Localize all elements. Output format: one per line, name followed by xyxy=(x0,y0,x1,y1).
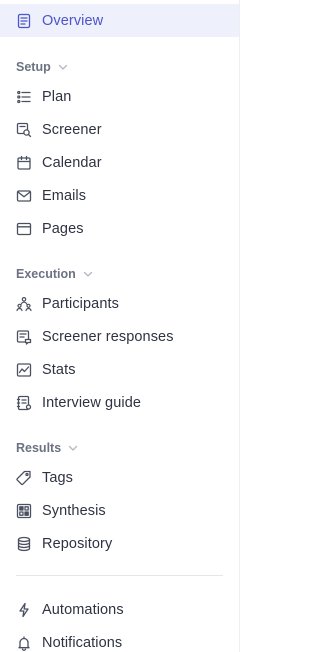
sidebar-item-label: Tags xyxy=(42,469,74,486)
calendar-icon xyxy=(16,155,32,171)
browser-window-icon xyxy=(16,221,32,237)
sidebar-item-tags[interactable]: Tags xyxy=(0,461,239,494)
bell-icon xyxy=(16,635,32,651)
sidebar-item-emails[interactable]: Emails xyxy=(0,179,239,212)
synthesis-icon xyxy=(16,503,32,519)
sidebar-item-overview[interactable]: Overview xyxy=(0,4,239,37)
sidebar-item-label: Automations xyxy=(42,601,124,618)
section-header-execution[interactable]: Execution xyxy=(16,265,94,283)
guide-icon xyxy=(16,395,32,411)
document-icon xyxy=(16,13,32,29)
sidebar-item-label: Pages xyxy=(42,220,84,237)
sidebar-item-stats[interactable]: Stats xyxy=(0,353,239,386)
list-icon xyxy=(16,89,32,105)
sidebar-item-label: Screener xyxy=(42,121,102,138)
sidebar-item-participants[interactable]: Participants xyxy=(0,287,239,320)
sidebar-item-label: Interview guide xyxy=(42,394,142,411)
sidebar-item-label: Notifications xyxy=(42,634,123,651)
sidebar-item-calendar[interactable]: Calendar xyxy=(0,146,239,179)
sidebar-item-label: Plan xyxy=(42,88,72,105)
chevron-down-icon xyxy=(57,61,69,73)
database-icon xyxy=(16,536,32,552)
sidebar-item-plan[interactable]: Plan xyxy=(0,80,239,113)
chevron-down-icon xyxy=(82,268,94,280)
chart-line-icon xyxy=(16,362,32,378)
sidebar-item-label: Stats xyxy=(42,361,76,378)
mail-icon xyxy=(16,188,32,204)
sidebar-item-interview-guide[interactable]: Interview guide xyxy=(0,386,239,419)
section-title: Setup xyxy=(16,60,51,74)
sidebar-item-notifications[interactable]: Notifications xyxy=(0,626,239,652)
section-title: Execution xyxy=(16,267,76,281)
sidebar-item-label: Calendar xyxy=(42,154,102,171)
sidebar-item-label: Repository xyxy=(42,535,113,552)
sidebar-item-screener[interactable]: Screener xyxy=(0,113,239,146)
lightning-icon xyxy=(16,602,32,618)
sidebar-item-label: Participants xyxy=(42,295,119,312)
sidebar-item-label: Synthesis xyxy=(42,502,106,519)
sidebar-item-screener-responses[interactable]: Screener responses xyxy=(0,320,239,353)
section-header-results[interactable]: Results xyxy=(16,439,79,457)
sidebar-item-pages[interactable]: Pages xyxy=(0,212,239,245)
project-sidebar: Overview Setup Plan Screener Calendar Em… xyxy=(0,0,240,652)
tag-icon xyxy=(16,470,32,486)
sidebar-item-label: Screener responses xyxy=(42,328,174,345)
divider xyxy=(16,575,223,576)
screener-icon xyxy=(16,122,32,138)
sidebar-item-label: Emails xyxy=(42,187,87,204)
section-title: Results xyxy=(16,441,62,455)
sidebar-item-automations[interactable]: Automations xyxy=(0,593,239,626)
sidebar-item-synthesis[interactable]: Synthesis xyxy=(0,494,239,527)
people-icon xyxy=(16,296,32,312)
sidebar-item-repository[interactable]: Repository xyxy=(0,527,239,560)
chevron-down-icon xyxy=(67,442,79,454)
responses-icon xyxy=(16,329,32,345)
sidebar-item-label: Overview xyxy=(42,12,104,29)
section-header-setup[interactable]: Setup xyxy=(16,58,69,76)
